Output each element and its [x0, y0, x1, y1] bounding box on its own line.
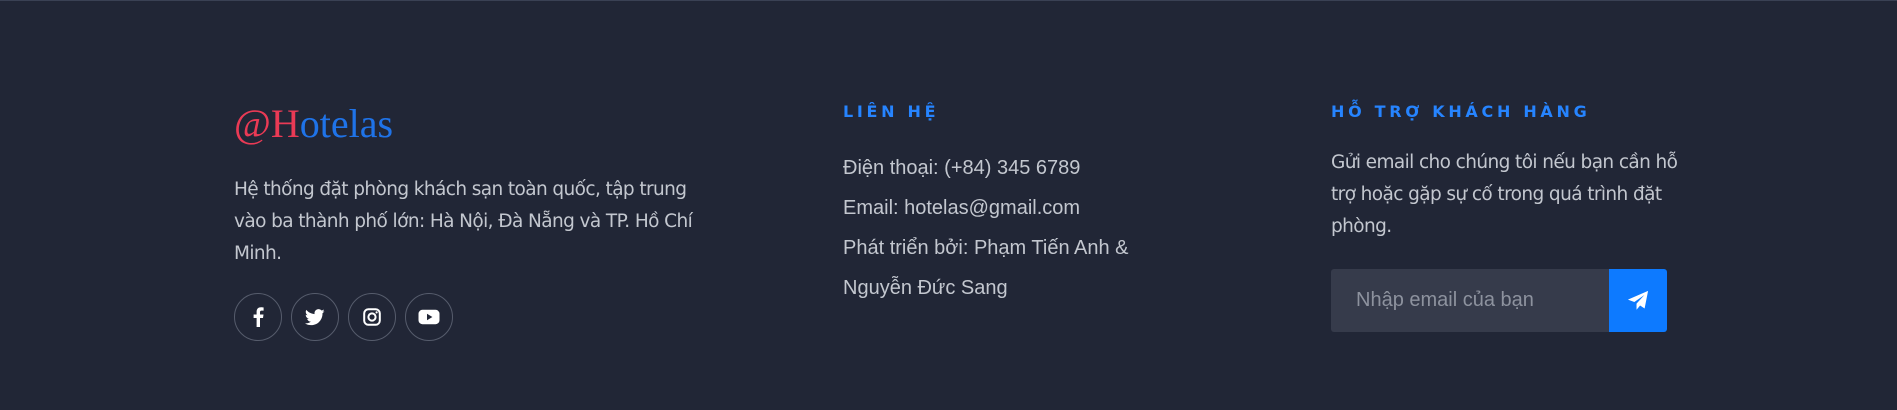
send-button[interactable]	[1609, 269, 1667, 332]
contact-developers-line-2: Nguyễn Đức Sang	[843, 277, 1008, 299]
contact-heading: LIÊN HỆ	[843, 102, 940, 121]
logo-prefix: @H	[234, 101, 300, 146]
instagram-link[interactable]	[348, 293, 396, 341]
instagram-icon	[363, 308, 381, 326]
facebook-link[interactable]	[234, 293, 282, 341]
contact-developers-line-1: Phát triển bởi: Phạm Tiến Anh &	[843, 237, 1129, 259]
contact-phone: Điện thoại: (+84) 345 6789	[843, 157, 1081, 179]
facebook-icon	[253, 307, 264, 327]
contact-email: Email: hotelas@gmail.com	[843, 197, 1081, 219]
support-heading: HỖ TRỢ KHÁCH HÀNG	[1331, 102, 1591, 121]
support-description: Gửi email cho chúng tôi nếu bạn cần hỗ t…	[1331, 152, 1678, 237]
footer-top-border	[0, 0, 1897, 1]
twitter-link[interactable]	[291, 293, 339, 341]
paper-plane-icon	[1627, 290, 1649, 310]
social-links	[234, 293, 453, 341]
logo-suffix: otelas	[299, 101, 394, 146]
contact-list: Điện thoại: (+84) 345 6789 Email: hotela…	[843, 148, 1263, 308]
newsletter-form	[1331, 269, 1667, 332]
youtube-icon	[418, 309, 440, 325]
brand-description: Hệ thống đặt phòng khách sạn toàn quốc, …	[234, 179, 693, 264]
youtube-link[interactable]	[405, 293, 453, 341]
email-input[interactable]	[1331, 269, 1609, 332]
twitter-icon	[305, 308, 325, 325]
site-logo[interactable]: @Hotelas	[234, 100, 393, 148]
